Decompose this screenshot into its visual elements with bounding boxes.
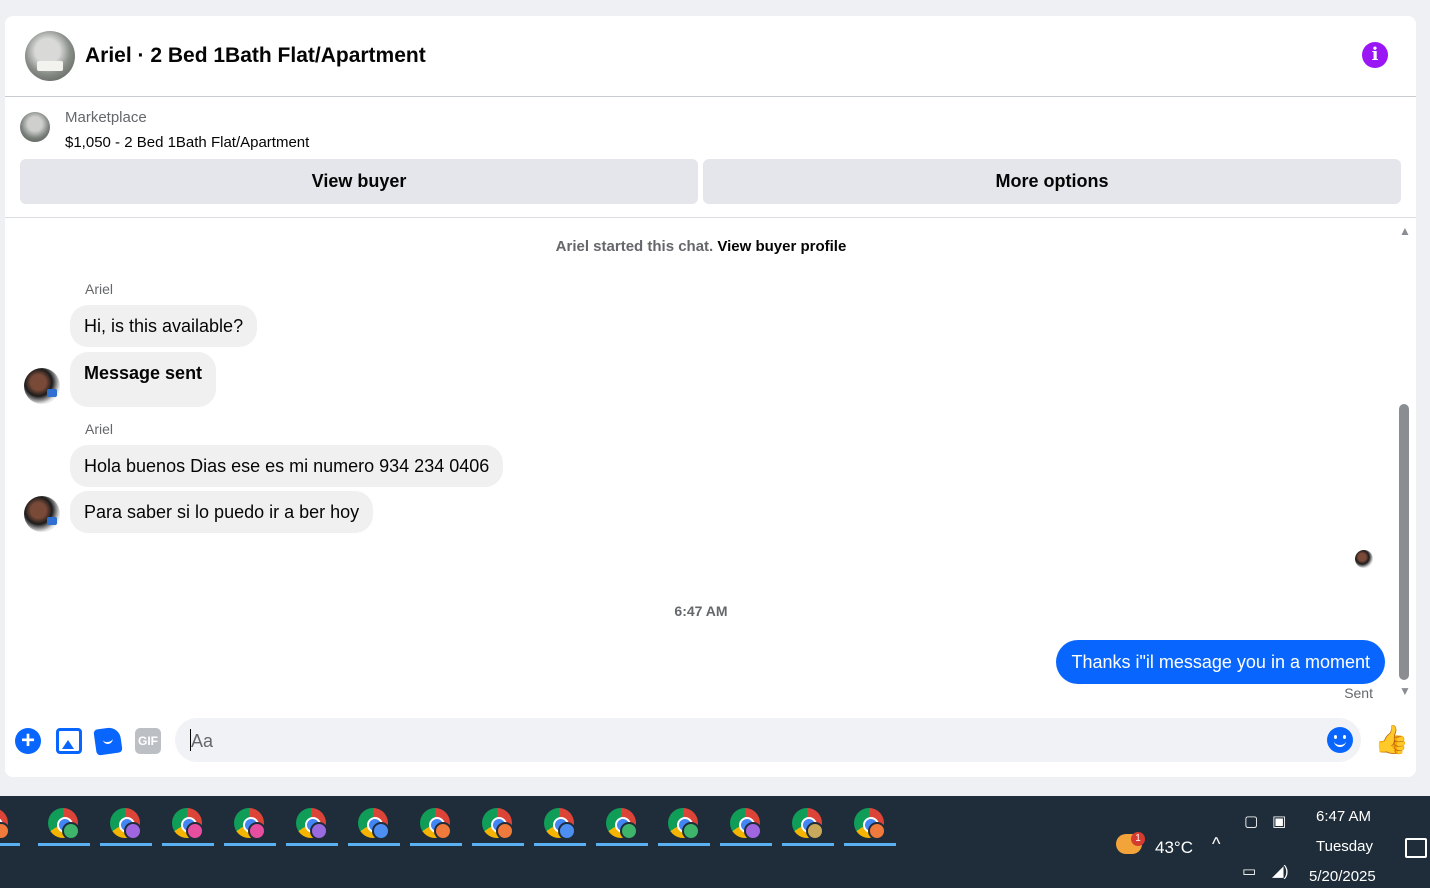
active-indicator: [162, 843, 214, 846]
active-indicator: [534, 843, 586, 846]
profile-badge-icon: [434, 822, 452, 840]
scrollbar-thumb[interactable]: [1399, 404, 1409, 680]
active-indicator: [286, 843, 338, 846]
profile-badge-icon: [682, 822, 700, 840]
chat-started-notice: Ariel started this chat. View buyer prof…: [5, 238, 1397, 255]
listing-price-title[interactable]: $1,050 - 2 Bed 1Bath Flat/Apartment: [65, 134, 309, 151]
active-indicator: [38, 843, 90, 846]
started-text: Ariel started this chat.: [555, 238, 714, 255]
message-input[interactable]: [189, 718, 1323, 764]
active-indicator: [100, 843, 152, 846]
composer-bar: + GIF 👍: [5, 713, 1416, 777]
profile-badge-icon: [620, 822, 638, 840]
profile-badge-icon: [372, 822, 390, 840]
active-indicator: [348, 843, 400, 846]
taskbar-chrome-app[interactable]: [0, 808, 20, 846]
more-options-button[interactable]: More options: [703, 159, 1401, 204]
active-indicator: [844, 843, 896, 846]
active-indicator: [410, 843, 462, 846]
message-timestamp: 6:47 AM: [674, 603, 728, 619]
active-indicator: [224, 843, 276, 846]
active-indicator: [720, 843, 772, 846]
active-indicator: [782, 843, 834, 846]
sticker-icon[interactable]: [93, 726, 123, 756]
incoming-message[interactable]: Message sent: [70, 352, 217, 407]
active-indicator: [472, 843, 524, 846]
taskbar-chrome-app[interactable]: [162, 808, 214, 846]
message-status: Sent: [1344, 685, 1373, 701]
incoming-message[interactable]: Hola buenos Dias ese es mi numero 934 23…: [70, 445, 504, 487]
gif-icon[interactable]: GIF: [135, 728, 161, 754]
message-thread[interactable]: ▲ ▼ Ariel started this chat. View buyer …: [5, 218, 1416, 713]
profile-badge-icon: [868, 822, 886, 840]
thumbs-up-icon[interactable]: 👍: [1374, 723, 1409, 756]
info-icon[interactable]: i: [1362, 42, 1388, 68]
taskbar-chrome-app[interactable]: [100, 808, 152, 846]
sender-avatar[interactable]: [24, 496, 60, 532]
weather-alert-badge: 1: [1131, 832, 1145, 846]
temperature[interactable]: 43°C: [1155, 838, 1193, 858]
taskbar-chrome-app[interactable]: [596, 808, 648, 846]
profile-badge-icon: [186, 822, 204, 840]
network-icon[interactable]: ▭: [1242, 862, 1256, 880]
taskbar-chrome-app[interactable]: [472, 808, 524, 846]
taskbar-chrome-app[interactable]: [844, 808, 896, 846]
view-buyer-profile-link[interactable]: View buyer profile: [717, 238, 846, 255]
listing-avatar[interactable]: [25, 31, 75, 81]
taskbar-chrome-app[interactable]: [224, 808, 276, 846]
notification-icon[interactable]: [1405, 838, 1427, 858]
taskbar-chrome-app[interactable]: [348, 808, 400, 846]
marketplace-label: Marketplace: [65, 109, 147, 126]
taskbar-chrome-app[interactable]: [534, 808, 586, 846]
listing-thumbnail[interactable]: [20, 112, 50, 142]
windows-taskbar: 1 43°C ^ ▢ ▣ ▭ ◢) 6:47 AM Tuesday 5/20/2…: [0, 796, 1430, 888]
scroll-up-arrow-icon[interactable]: ▲: [1399, 224, 1411, 238]
clock-day[interactable]: Tuesday: [1316, 838, 1373, 855]
profile-badge-icon: [248, 822, 266, 840]
sender-name: Ariel: [85, 421, 114, 437]
taskbar-chrome-app[interactable]: [782, 808, 834, 846]
taskbar-chrome-app[interactable]: [286, 808, 338, 846]
active-indicator: [658, 843, 710, 846]
listing-panel: Marketplace $1,050 - 2 Bed 1Bath Flat/Ap…: [5, 97, 1416, 218]
chevron-up-icon[interactable]: ^: [1212, 834, 1220, 855]
incoming-message[interactable]: Para saber si lo puedo ir a ber hoy: [70, 491, 374, 533]
photo-icon[interactable]: [56, 728, 82, 754]
scroll-down-arrow-icon[interactable]: ▼: [1399, 684, 1411, 698]
incoming-message[interactable]: Hi, is this available?: [70, 305, 258, 347]
profile-badge-icon: [124, 822, 142, 840]
sender-avatar[interactable]: [24, 368, 60, 404]
taskbar-chrome-app[interactable]: [38, 808, 90, 846]
taskbar-chrome-app[interactable]: [410, 808, 462, 846]
profile-badge-icon: [0, 822, 10, 840]
outgoing-message[interactable]: Thanks i"il message you in a moment: [1056, 640, 1385, 684]
message-input-wrapper[interactable]: [175, 718, 1361, 764]
profile-badge-icon: [496, 822, 514, 840]
camera-icon[interactable]: ▢: [1244, 812, 1258, 830]
profile-badge-icon: [806, 822, 824, 840]
volume-icon[interactable]: ◢): [1272, 862, 1289, 880]
profile-badge-icon: [558, 822, 576, 840]
view-buyer-button[interactable]: View buyer: [20, 159, 698, 204]
battery-icon[interactable]: ▣: [1272, 812, 1286, 830]
active-indicator: [0, 843, 20, 846]
chat-header: Ariel · 2 Bed 1Bath Flat/Apartment i: [5, 16, 1416, 97]
active-indicator: [596, 843, 648, 846]
plus-icon[interactable]: +: [15, 728, 41, 754]
profile-badge-icon: [744, 822, 762, 840]
profile-badge-icon: [310, 822, 328, 840]
clock-date[interactable]: 5/20/2025: [1309, 868, 1376, 885]
profile-badge-icon: [62, 822, 80, 840]
chat-window: Ariel · 2 Bed 1Bath Flat/Apartment i Mar…: [5, 16, 1416, 777]
taskbar-chrome-app[interactable]: [720, 808, 772, 846]
chat-title[interactable]: Ariel · 2 Bed 1Bath Flat/Apartment: [85, 44, 426, 68]
emoji-icon[interactable]: [1327, 727, 1353, 753]
read-receipt-avatar: [1355, 550, 1373, 568]
taskbar-chrome-app[interactable]: [658, 808, 710, 846]
sender-name: Ariel: [85, 281, 114, 297]
clock-time[interactable]: 6:47 AM: [1316, 808, 1371, 825]
